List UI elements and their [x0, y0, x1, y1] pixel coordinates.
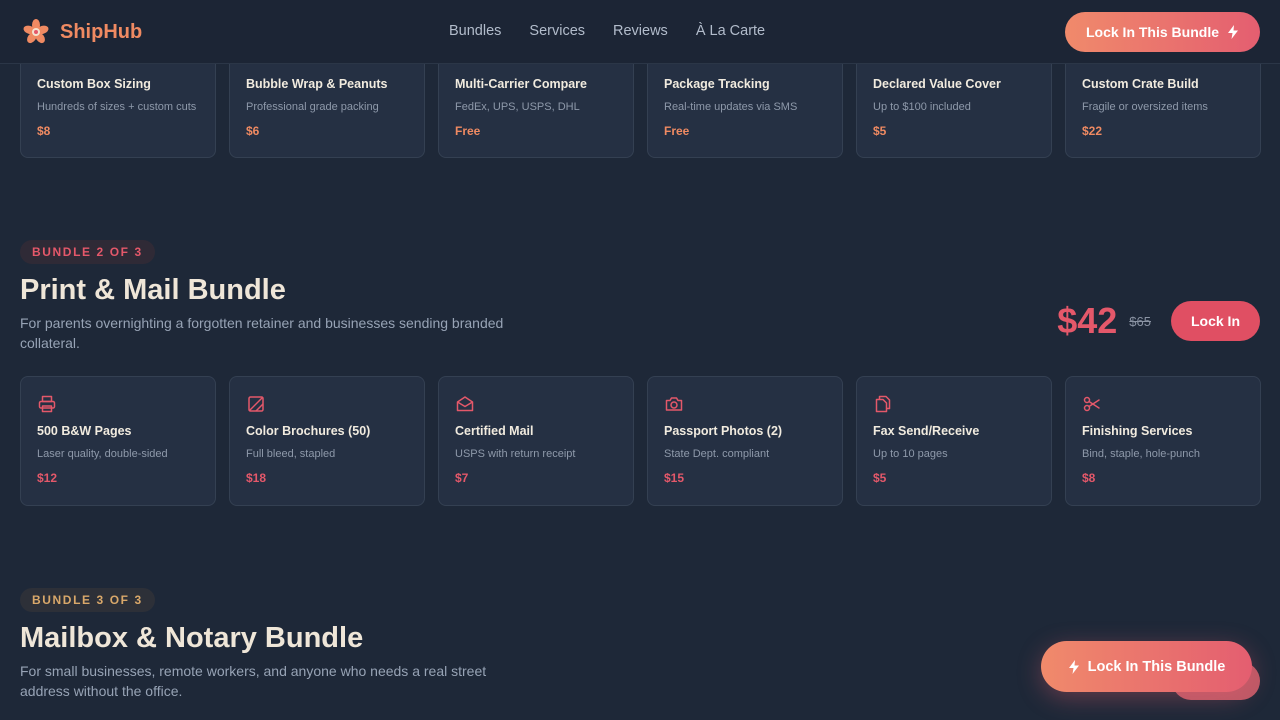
service-title: Passport Photos (2) [664, 424, 783, 438]
service-card[interactable]: Color Brochures (50) Full bleed, stapled… [229, 376, 425, 506]
service-subtitle: State Dept. compliant [664, 448, 770, 460]
service-price: $22 [1082, 124, 1103, 138]
service-price: $12 [37, 471, 58, 485]
bundle3-description: For small businesses, remote workers, an… [20, 663, 487, 699]
service-card[interactable]: Passport Photos (2) State Dept. complian… [647, 376, 843, 506]
service-title: Declared Value Cover [873, 77, 1001, 91]
camera-icon [665, 397, 683, 411]
service-card[interactable]: Finishing Services Bind, staple, hole-pu… [1065, 376, 1261, 506]
service-subtitle: Laser quality, double-sided [37, 448, 168, 460]
service-title: Color Brochures (50) [246, 424, 371, 438]
service-price: $7 [455, 471, 469, 485]
service-price: $15 [664, 471, 685, 485]
bundle2-lock-in-button[interactable]: Lock In [1171, 301, 1260, 341]
bundle2-section: BUNDLE 2 OF 3 Print & Mail Bundle For pa… [20, 240, 1260, 353]
bundle2-original-price: $65 [1129, 313, 1151, 329]
floating-lock-in-button[interactable]: Lock In This Bundle [1041, 641, 1252, 692]
logo[interactable]: ShipHub [22, 18, 142, 46]
service-title: Bubble Wrap & Peanuts [246, 77, 388, 91]
copy-icon [875, 395, 891, 413]
lightning-icon [1068, 659, 1079, 674]
service-title: Custom Box Sizing [37, 77, 151, 91]
service-price: $5 [873, 471, 887, 485]
service-subtitle: USPS with return receipt [455, 448, 576, 460]
bundle2-service-grid: 500 B&W Pages Laser quality, double-side… [20, 376, 1261, 506]
scissors-icon [1083, 396, 1100, 412]
main-nav: Bundles Services Reviews À La Carte [449, 23, 765, 39]
service-price: Free [455, 124, 481, 138]
nav-a-la-carte[interactable]: À La Carte [696, 23, 765, 39]
bundle2-description: For parents overnighting a forgotten ret… [20, 315, 504, 351]
service-subtitle: Professional grade packing [246, 101, 379, 113]
bundle3-badge: BUNDLE 3 OF 3 [20, 588, 155, 612]
service-title: Fax Send/Receive [873, 424, 980, 438]
service-price: $18 [246, 471, 267, 485]
bundle2-price-block: $42 $65 Lock In [1057, 300, 1260, 342]
bundle2-badge: BUNDLE 2 OF 3 [20, 240, 155, 264]
printer-icon [38, 395, 56, 413]
service-subtitle: Fragile or oversized items [1082, 101, 1208, 113]
service-title: Custom Crate Build [1082, 77, 1199, 91]
service-price: $6 [246, 124, 260, 138]
service-subtitle: Up to 10 pages [873, 448, 948, 460]
service-card[interactable]: Fax Send/Receive Up to 10 pages $5 [856, 376, 1052, 506]
bundle2-price: $42 [1057, 300, 1118, 341]
nav-services[interactable]: Services [529, 23, 585, 39]
service-title: Multi-Carrier Compare [455, 77, 587, 91]
flower-logo-icon [23, 19, 49, 44]
service-subtitle: Real-time updates via SMS [664, 101, 798, 113]
service-subtitle: Full bleed, stapled [246, 448, 336, 460]
service-title: 500 B&W Pages [37, 424, 132, 438]
nav-bundles[interactable]: Bundles [449, 23, 501, 39]
service-price: $8 [1082, 471, 1096, 485]
floating-cta-label: Lock In This Bundle [1087, 658, 1226, 675]
service-subtitle: Hundreds of sizes + custom cuts [37, 101, 197, 113]
header-lock-in-button[interactable]: Lock In This Bundle [1065, 12, 1260, 52]
lightning-icon [1228, 25, 1238, 39]
service-price: $8 [37, 124, 51, 138]
logo-text: ShipHub [60, 20, 143, 43]
service-subtitle: Bind, staple, hole-punch [1082, 448, 1201, 460]
service-subtitle: FedEx, UPS, USPS, DHL [455, 101, 580, 113]
service-card[interactable]: 500 B&W Pages Laser quality, double-side… [20, 376, 216, 506]
service-price: Free [664, 124, 690, 138]
service-subtitle: Up to $100 included [873, 101, 971, 113]
envelope-icon [456, 396, 474, 412]
service-title: Finishing Services [1082, 424, 1193, 438]
header-cta-label: Lock In This Bundle [1085, 24, 1219, 40]
service-card[interactable]: Certified Mail USPS with return receipt … [438, 376, 634, 506]
service-title: Certified Mail [455, 424, 534, 438]
service-title: Package Tracking [664, 77, 770, 91]
nav-reviews[interactable]: Reviews [613, 23, 668, 39]
brochure-icon [248, 396, 264, 412]
service-price: $5 [873, 124, 887, 138]
site-header: ShipHub Bundles Services Reviews À La Ca… [0, 0, 1280, 64]
